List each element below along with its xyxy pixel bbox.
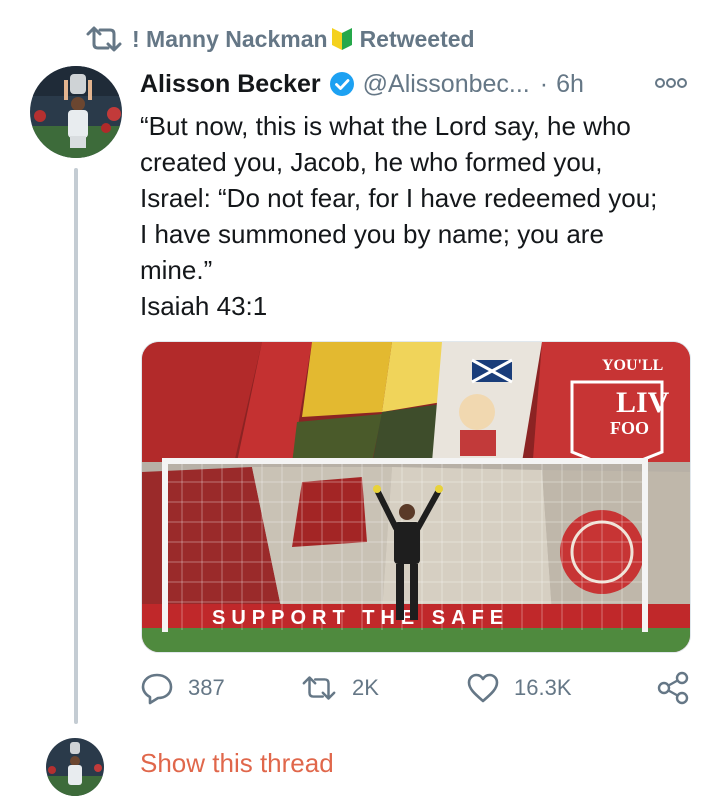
retweeter-name[interactable]: ! Manny Nackman: [132, 26, 328, 53]
tweet-text-line: “But now, this is what the Lord say, he …: [140, 111, 631, 141]
reply-count: 387: [188, 675, 225, 700]
reply-icon: [141, 673, 173, 705]
reply-button[interactable]: 387: [140, 668, 225, 708]
tweet-text-line: created you, Jacob, he who formed you,: [140, 147, 603, 177]
heart-icon: [467, 673, 499, 703]
more-options-icon[interactable]: [654, 74, 688, 92]
tweet-media-image[interactable]: YOU'LL LIV FOO SUPPORT THE SAFE: [141, 341, 691, 653]
tweet-header: Alisson Becker @Alissonbec... · 6h: [140, 64, 584, 104]
retweet-button[interactable]: 2K: [300, 668, 379, 708]
tweet-text: “But now, this is what the Lord say, he …: [140, 108, 700, 324]
author-name[interactable]: Alisson Becker: [140, 70, 321, 99]
tweet-text-line: mine.”: [140, 255, 213, 285]
retweeted-label: Retweeted: [359, 25, 475, 52]
tweet-timestamp[interactable]: 6h: [556, 70, 584, 99]
hoarding-text: SUPPORT THE SAFE: [212, 607, 509, 629]
thread-avatar[interactable]: [46, 738, 104, 796]
like-button[interactable]: 16.3K: [466, 668, 572, 708]
separator-dot: ·: [539, 69, 549, 98]
verified-badge-icon: [329, 72, 354, 96]
retweet-banner[interactable]: ! Manny Nackman Retweeted: [84, 22, 475, 56]
tweet-text-line: I have summoned you by name; you are: [140, 219, 604, 249]
author-avatar[interactable]: [30, 66, 122, 158]
retweet-icon: [302, 676, 336, 700]
retweet-icon: [86, 26, 122, 52]
banner-text: FOO: [610, 418, 649, 438]
tweet-text-line: Isaiah 43:1: [140, 291, 268, 321]
beginner-shield-icon: [331, 28, 352, 50]
retweet-count: 2K: [352, 675, 379, 700]
tweet-actions: 387 2K 16.3K: [140, 668, 700, 708]
thread-connector-line: [74, 168, 78, 724]
like-count: 16.3K: [514, 675, 572, 700]
tweet-text-line: Israel: “Do not fear, for I have redeeme…: [140, 183, 658, 213]
share-icon: [657, 671, 689, 705]
share-button[interactable]: [656, 668, 690, 708]
banner-text: YOU'LL: [602, 357, 663, 374]
show-thread-link[interactable]: Show this thread: [140, 748, 334, 779]
author-handle[interactable]: @Alissonbec...: [363, 70, 530, 99]
